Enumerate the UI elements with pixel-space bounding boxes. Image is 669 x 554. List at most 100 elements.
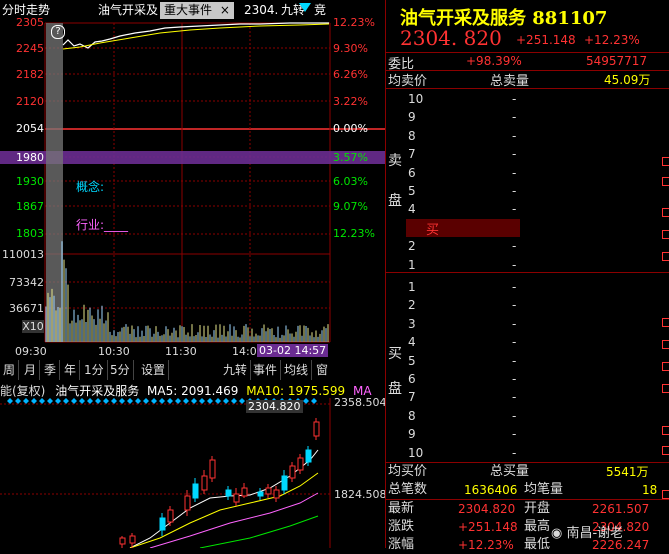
latest-label: 最新 bbox=[388, 501, 414, 516]
kline-candle bbox=[274, 490, 279, 498]
buy-level-3[interactable]: 3- bbox=[408, 315, 518, 333]
pct-label-0: 12.23% bbox=[333, 16, 375, 29]
side-mark-icon[interactable] bbox=[662, 208, 669, 217]
tab-event[interactable]: 事件 bbox=[250, 360, 281, 380]
side-mark-icon[interactable] bbox=[662, 230, 669, 239]
kline-adjust-label[interactable]: 能(复权) bbox=[0, 384, 45, 398]
kline-price-high: 2358.504 bbox=[334, 396, 387, 409]
sell-level-1[interactable]: 1- bbox=[408, 256, 518, 274]
signal-diamond-icon bbox=[239, 398, 245, 404]
buy-level-10[interactable]: 10 - bbox=[408, 444, 518, 462]
buy-level-4[interactable]: 4- bbox=[408, 333, 518, 351]
buy-level-level-dash: - bbox=[512, 315, 516, 333]
sell-level-level-dash: - bbox=[512, 200, 516, 218]
tab-1min[interactable]: 1分 bbox=[81, 360, 108, 380]
tab-week[interactable]: 周 bbox=[0, 360, 19, 380]
kline-candle bbox=[160, 518, 165, 530]
sell-level-level-label: 10 bbox=[408, 92, 423, 106]
sell-level-5[interactable]: 5- bbox=[408, 182, 518, 200]
change-label: 涨跌 bbox=[388, 519, 414, 534]
y-label-4: 2054 bbox=[0, 122, 44, 135]
signal-diamond-icon bbox=[111, 398, 117, 404]
tab-5min[interactable]: 5分 bbox=[107, 360, 134, 380]
signal-diamond-icon bbox=[143, 398, 149, 404]
signal-diamond-icon bbox=[119, 398, 125, 404]
weibi-value: +98.39% bbox=[466, 54, 522, 68]
buy-level-8[interactable]: 8- bbox=[408, 407, 518, 425]
side-mark-icon[interactable] bbox=[662, 426, 669, 435]
buy-side-label-1: 买 bbox=[388, 343, 402, 363]
side-mark-icon[interactable] bbox=[662, 318, 669, 327]
side-mark-icon[interactable] bbox=[662, 384, 669, 393]
y-label-3: 2120 bbox=[0, 95, 44, 108]
buy-level-level-label: 4 bbox=[408, 335, 416, 349]
tab-quarter[interactable]: 季 bbox=[41, 360, 60, 380]
sell-level-level-label: 8 bbox=[408, 129, 416, 143]
buy-level-6[interactable]: 6- bbox=[408, 370, 518, 388]
side-mark-icon[interactable] bbox=[662, 177, 669, 186]
sell-level-level-dash: - bbox=[512, 108, 516, 126]
side-mark-icon[interactable] bbox=[662, 157, 669, 166]
tab-year[interactable]: 年 bbox=[61, 360, 80, 380]
buy-level-2[interactable]: 2- bbox=[408, 296, 518, 314]
buy-level-7[interactable]: 7- bbox=[408, 388, 518, 406]
industry-label[interactable]: 行业:____ bbox=[76, 216, 128, 233]
kline-candle bbox=[168, 510, 173, 522]
change-value: +251.148 bbox=[458, 518, 518, 536]
signal-diamond-icon bbox=[71, 398, 77, 404]
pct-label-4: 0.00% bbox=[333, 122, 368, 135]
tab-window[interactable]: 窗 bbox=[313, 360, 331, 380]
intraday-chart-panel[interactable]: 分时走势 油气开采及 重大事件 × 2304. 九转 竞 2305 2245 2… bbox=[0, 0, 385, 360]
side-mark-icon[interactable] bbox=[662, 252, 669, 261]
buy-level-9[interactable]: 9- bbox=[408, 425, 518, 443]
total-buy-value: 5541万 bbox=[606, 463, 649, 481]
sell-level-level-dash: - bbox=[512, 237, 516, 255]
buy-level-5[interactable]: 5- bbox=[408, 352, 518, 370]
pct-label-5: 3.57% bbox=[333, 151, 368, 164]
side-mark-icon[interactable] bbox=[662, 490, 669, 499]
buy-level-level-dash: - bbox=[512, 407, 516, 425]
signal-diamond-icon bbox=[15, 398, 21, 404]
zoom-button[interactable]: X10 bbox=[22, 320, 44, 333]
buy-marker-highlight bbox=[406, 219, 520, 237]
sell-level-6[interactable]: 6- bbox=[408, 164, 518, 182]
sell-level-2[interactable]: 2- bbox=[408, 237, 518, 255]
concept-label[interactable]: 概念: bbox=[76, 178, 104, 195]
side-mark-icon[interactable] bbox=[662, 446, 669, 455]
signal-diamond-icon bbox=[199, 398, 205, 404]
buy-level-level-label: 8 bbox=[408, 409, 416, 423]
tab-jiuzhuan-bottom[interactable]: 九转 bbox=[220, 360, 251, 380]
signal-diamond-icon bbox=[87, 398, 93, 404]
buy-level-level-label: 1 bbox=[408, 280, 416, 294]
sell-level-10[interactable]: 10 - bbox=[408, 90, 518, 108]
pct-label-1: 9.30% bbox=[333, 42, 368, 55]
question-icon[interactable]: ? bbox=[51, 25, 65, 39]
sell-side-label-1: 卖 bbox=[388, 150, 402, 170]
kline-candle bbox=[258, 492, 263, 496]
sell-level-9[interactable]: 9- bbox=[408, 108, 518, 126]
sell-level-4[interactable]: 4- bbox=[408, 200, 518, 218]
kline-candle bbox=[193, 484, 198, 498]
kline-panel[interactable]: 能(复权) 油气开采及服务 MA5: 2091.469 MA10: 1975.5… bbox=[0, 380, 385, 548]
side-mark-icon[interactable] bbox=[662, 362, 669, 371]
avg-sell-label: 均卖价 bbox=[388, 70, 427, 89]
signal-diamond-icon bbox=[55, 398, 61, 404]
signal-diamond-icon bbox=[159, 398, 165, 404]
kline-candle bbox=[266, 488, 271, 494]
buy-level-level-dash: - bbox=[512, 352, 516, 370]
pct-label-8: 12.23% bbox=[333, 227, 375, 240]
side-mark-icon[interactable] bbox=[662, 340, 669, 349]
kline-ma10: MA10: 1975.599 bbox=[246, 384, 345, 398]
sell-level-7[interactable]: 7- bbox=[408, 145, 518, 163]
buy-level-level-label: 2 bbox=[408, 298, 416, 312]
buy-level-1[interactable]: 1- bbox=[408, 278, 518, 296]
time-label-0: 09:30 bbox=[15, 345, 47, 358]
tab-month[interactable]: 月 bbox=[21, 360, 40, 380]
kline-candle bbox=[185, 496, 190, 510]
tab-ma[interactable]: 均线 bbox=[281, 360, 312, 380]
y-label-8: 1803 bbox=[0, 227, 44, 240]
tab-settings[interactable]: 设置 bbox=[138, 360, 169, 380]
sell-level-8[interactable]: 8- bbox=[408, 127, 518, 145]
pct-label-3: 3.22% bbox=[333, 95, 368, 108]
buy-level-level-dash: - bbox=[512, 388, 516, 406]
